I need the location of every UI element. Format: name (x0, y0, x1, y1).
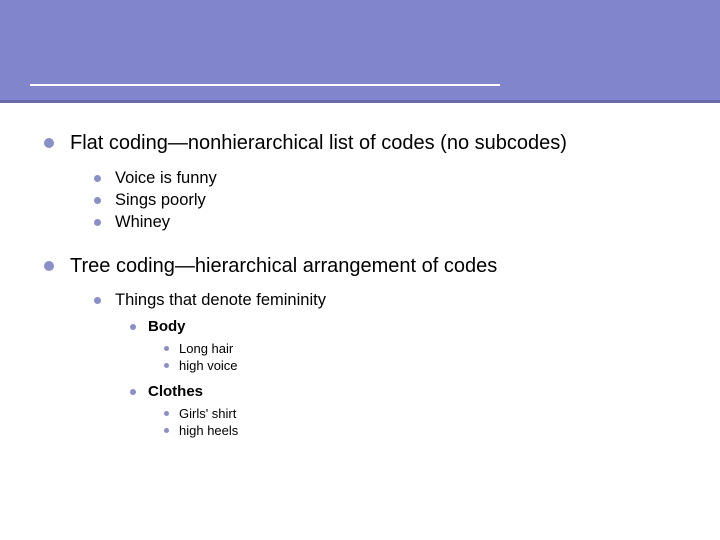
item-text: Girls' shirt (179, 406, 236, 421)
slide-body: Flat coding—nonhierarchical list of code… (0, 103, 720, 480)
bullet-icon (44, 138, 54, 148)
item-text: Body (148, 318, 186, 335)
outline-level-2: Voice is funny Sings poorly Whiney (94, 169, 676, 232)
list-item: Clothes Girls' shirt high heels (130, 383, 676, 438)
item-text: high voice (179, 358, 238, 373)
bullet-icon (164, 411, 169, 416)
header-divider (30, 84, 500, 86)
bullet-icon (94, 197, 101, 204)
list-item: Whiney (94, 213, 676, 232)
bullet-icon (164, 363, 169, 368)
bullet-icon (94, 219, 101, 226)
bullet-icon (130, 389, 136, 395)
item-text: Sings poorly (115, 191, 206, 210)
list-item: Long hair (164, 341, 676, 356)
list-item: Flat coding—nonhierarchical list of code… (44, 131, 676, 232)
bullet-icon (164, 346, 169, 351)
item-text: Long hair (179, 341, 233, 356)
list-item: high heels (164, 423, 676, 438)
item-text: Flat coding—nonhierarchical list of code… (70, 131, 567, 157)
bullet-icon (164, 428, 169, 433)
outline-level-4: Girls' shirt high heels (164, 406, 676, 438)
outline-level-4: Long hair high voice (164, 341, 676, 373)
bullet-icon (44, 261, 54, 271)
item-text: Things that denote femininity (115, 291, 326, 310)
item-text: Whiney (115, 213, 170, 232)
bullet-icon (94, 175, 101, 182)
list-item: Tree coding—hierarchical arrangement of … (44, 254, 676, 439)
outline-level-3: Body Long hair high voice (130, 318, 676, 438)
list-item: Sings poorly (94, 191, 676, 210)
outline-level-1: Flat coding—nonhierarchical list of code… (44, 131, 676, 438)
bullet-icon (130, 324, 136, 330)
list-item: Voice is funny (94, 169, 676, 188)
list-item: high voice (164, 358, 676, 373)
item-text: Clothes (148, 383, 203, 400)
list-item: Things that denote femininity Body (94, 291, 676, 438)
item-text: Voice is funny (115, 169, 217, 188)
list-item: Girls' shirt (164, 406, 676, 421)
slide-header-band (0, 0, 720, 103)
outline-level-2: Things that denote femininity Body (94, 291, 676, 438)
bullet-icon (94, 297, 101, 304)
list-item: Body Long hair high voice (130, 318, 676, 373)
item-text: high heels (179, 423, 238, 438)
item-text: Tree coding—hierarchical arrangement of … (70, 254, 497, 280)
